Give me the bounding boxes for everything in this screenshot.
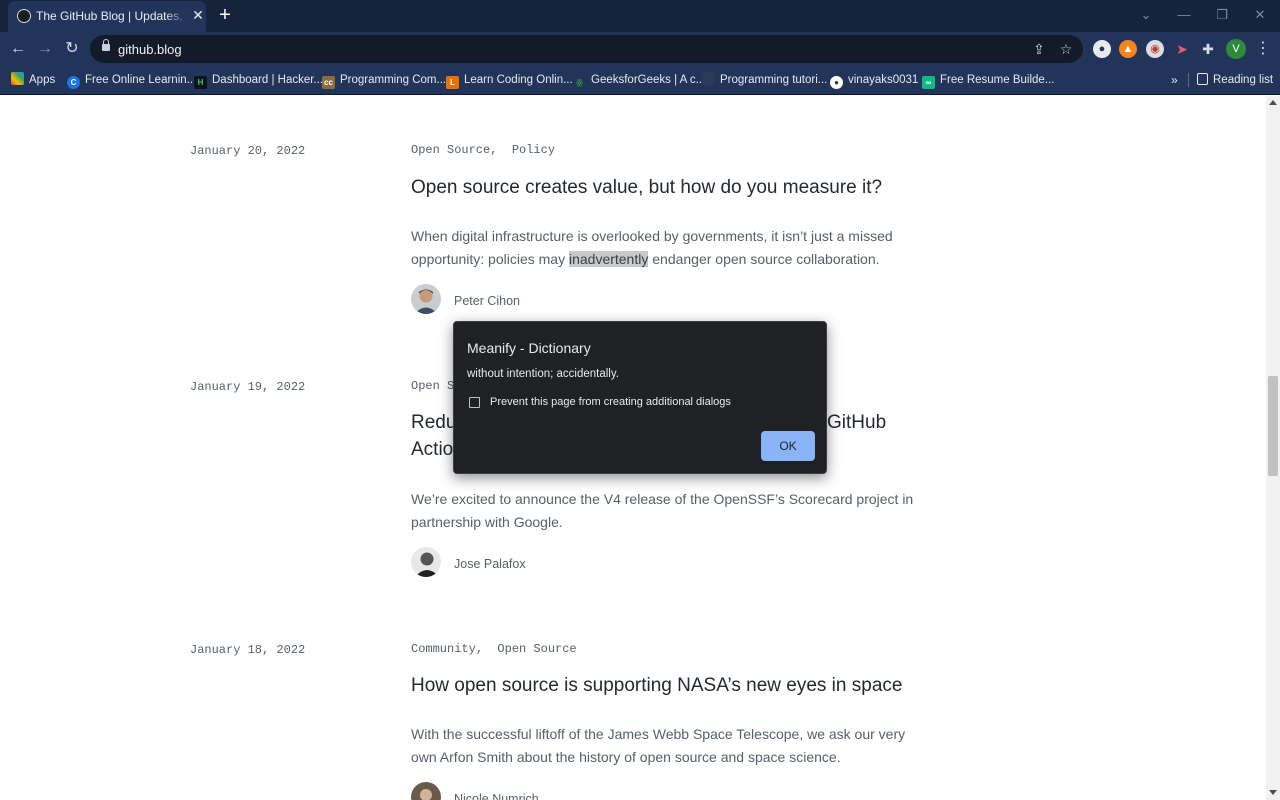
scroll-down-arrow-icon[interactable] [1269,790,1277,795]
dialog-title: Meanify - Dictionary [467,340,591,356]
hackerrank-icon: H [194,76,207,89]
author-name[interactable]: Jose Palafox [454,557,526,571]
tab-strip: The GitHub Blog | Updates, ideas, and in… [0,0,1280,32]
post-excerpt: We’re excited to announce the V4 release… [411,491,914,530]
address-bar[interactable]: github.blog ⇪ ☆ [90,35,1083,63]
author-name[interactable]: Peter Cihon [454,294,520,308]
resume-icon: ∞ [922,76,935,89]
learn-icon: L [446,76,459,89]
c-icon: C [67,76,80,89]
bookmark-label: vinayaks0031 [848,74,919,86]
post-title[interactable]: Open source creates value, but how do yo… [411,174,911,201]
bookmark-geeksforgeeks[interactable]: ꙮ GeeksforGeeks | A c... [573,71,706,89]
bookmark-apps[interactable]: Apps [11,71,55,89]
post-date: January 18, 2022 [190,643,306,657]
bookmark-label: Free Online Learnin... [85,74,197,86]
author-name[interactable]: Nicole Numrich [454,792,539,800]
prevent-dialogs-label[interactable]: Prevent this page from creating addition… [490,396,731,408]
tab-search-icon[interactable]: ⌄ [1136,6,1156,24]
post-title[interactable]: How open source is supporting NASA’s new… [411,672,911,699]
avatar[interactable] [411,284,441,314]
bookmark-hackerrank[interactable]: H Dashboard | Hacker... [194,71,323,89]
extensions-puzzle-icon[interactable]: ✚ [1199,40,1217,58]
reading-list-button[interactable]: Reading list [1197,71,1273,89]
bookmark-free-resume-builder[interactable]: ∞ Free Resume Builde... [922,71,1054,89]
tutorial-icon [702,72,715,85]
bookmark-label: GeeksforGeeks | A c... [591,74,706,86]
cc-icon: cc [322,76,335,89]
minimize-button[interactable]: — [1174,6,1194,24]
post-date: January 19, 2022 [190,380,306,394]
dialog-message: without intention; accidentally. [467,368,619,380]
bookmarks-bar: Apps C Free Online Learnin... H Dashboard … [0,65,1280,95]
bookmark-label: Programming tutori... [720,74,828,86]
post-tags: Open Source, Policy [411,143,556,157]
avatar[interactable] [411,782,441,800]
bookmark-programming-community[interactable]: cc Programming Com... [322,71,446,89]
reload-button[interactable]: ↻ [62,39,82,59]
dictionary-dialog: Meanify - Dictionary without intention; … [453,321,827,474]
github-favicon-icon [17,9,31,23]
browser-toolbar: ← → ↻ github.blog ⇪ ☆ ● ▲ ◉ ➤ ✚ V ⋮ [0,32,1280,65]
bookmark-label: Apps [29,74,56,86]
tag-link[interactable]: Policy [512,143,555,157]
bookmark-label: Programming Com... [340,74,447,86]
post-title-right[interactable]: GitHub [827,409,907,436]
apps-grid-icon [11,72,24,85]
author-photo-icon [411,547,441,577]
share-icon[interactable]: ⇪ [1030,40,1048,58]
excerpt-text: endanger open source collaboration. [648,250,880,267]
bookmark-learn-coding[interactable]: L Learn Coding Onlin... [446,71,573,89]
post-excerpt: When digital infrastructure is overlooke… [411,225,921,270]
forward-button[interactable]: → [35,39,55,59]
highlighted-word: inadvertently [568,250,649,267]
tag-link[interactable]: Open Source [497,642,576,656]
tab-github-blog[interactable]: The GitHub Blog | Updates, ideas, and in… [8,1,206,32]
new-tab-button[interactable]: + [214,4,236,26]
bookmarks-divider [1188,73,1189,87]
bookmark-github-profile[interactable]: ● vinayaks0031 [830,71,918,89]
page-scrollbar[interactable] [1266,96,1280,800]
post-tags: Community, Open Source [411,642,577,656]
tab-title: The GitHub Blog | Updates, ideas, and in… [36,9,188,23]
bookmark-programming-tutorials[interactable]: Programming tutori... [702,71,827,89]
back-button[interactable]: ← [8,39,28,59]
author-photo-icon [411,782,441,800]
profile-avatar[interactable]: V [1226,39,1246,59]
prevent-dialogs-checkbox[interactable] [469,397,480,408]
ok-button[interactable]: OK [761,431,815,461]
post-date: January 20, 2022 [190,144,306,158]
github-icon: ● [830,76,843,89]
bookmark-label: Learn Coding Onlin... [464,74,573,86]
extension-globe-icon[interactable]: ● [1093,40,1111,58]
bookmark-free-online-learning[interactable]: C Free Online Learnin... [67,71,196,89]
extension-screen-icon[interactable]: ◉ [1146,40,1164,58]
window-close-button[interactable]: ✕ [1250,6,1270,24]
bookmark-star-icon[interactable]: ☆ [1057,40,1075,58]
restore-button[interactable]: ❐ [1212,6,1232,24]
tag-link[interactable]: Community [411,642,476,656]
url-text[interactable]: github.blog [118,42,182,57]
reading-list-label: Reading list [1213,74,1274,86]
bookmark-label: Free Resume Builde... [940,74,1055,86]
scroll-up-arrow-icon[interactable] [1269,100,1277,105]
browser-menu-icon[interactable]: ⋮ [1255,39,1271,59]
reading-list-icon [1197,73,1208,85]
scrollbar-thumb[interactable] [1268,376,1278,476]
author-photo-icon [411,284,441,314]
bookmark-label: Dashboard | Hacker... [212,74,324,86]
post-excerpt: With the successful liftoff of the James… [411,726,906,765]
tag-link[interactable]: Open Source [411,143,490,157]
lock-icon [102,39,110,51]
bookmarks-overflow-icon[interactable]: » [1171,71,1178,89]
send-icon[interactable]: ➤ [1173,40,1191,58]
metamask-icon[interactable]: ▲ [1119,40,1137,58]
gfg-icon: ꙮ [575,78,584,87]
avatar[interactable] [411,547,441,577]
tab-close-icon[interactable]: ✕ [191,7,205,23]
